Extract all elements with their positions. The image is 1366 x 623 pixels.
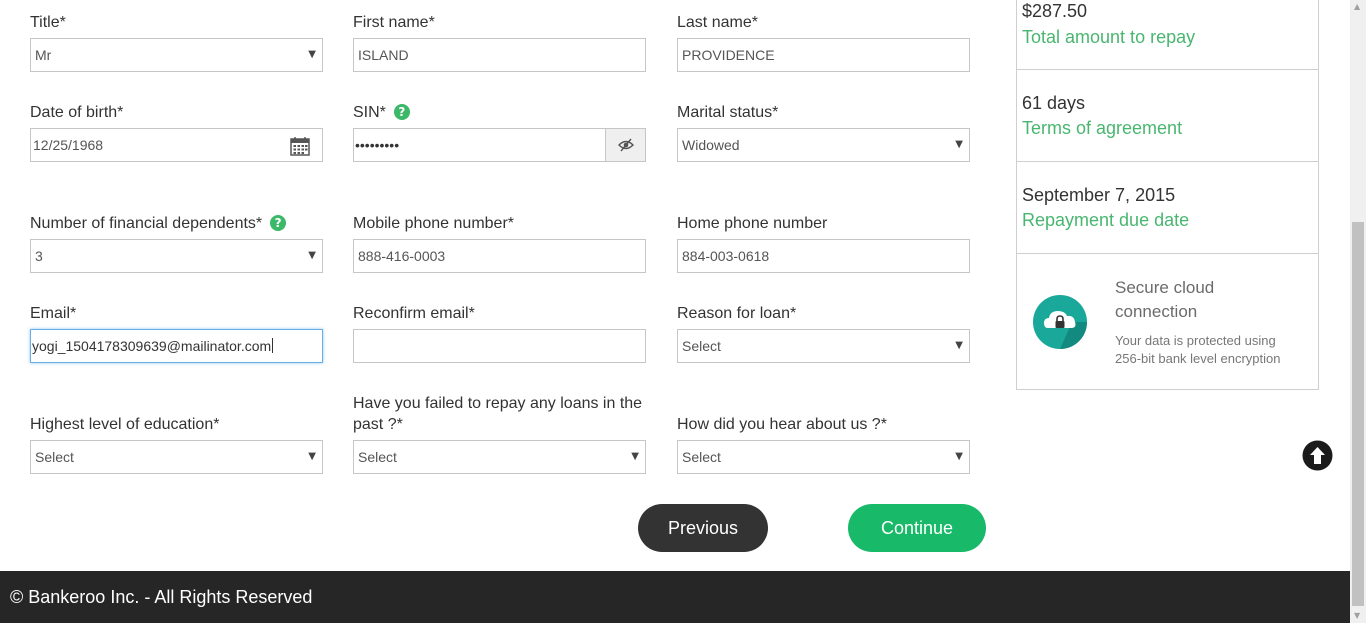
chevron-down-icon: ▼ — [955, 139, 963, 150]
sin-label-text: SIN* — [353, 104, 386, 121]
mobile-input[interactable]: 888-416-0003 — [353, 239, 646, 273]
last-name-input[interactable]: PROVIDENCE — [677, 38, 970, 72]
chevron-down-icon: ▼ — [308, 250, 316, 261]
education-value: Select — [35, 449, 74, 465]
last-name-value: PROVIDENCE — [682, 47, 775, 63]
total-repay-label: Total amount to repay — [1022, 27, 1196, 47]
help-icon[interactable]: ? — [393, 104, 410, 120]
last-name-label: Last name* — [677, 14, 758, 31]
mobile-value: 888-416-0003 — [358, 248, 446, 264]
dob-value: 12/25/1968 — [33, 137, 104, 153]
title-label: Title* — [30, 14, 66, 31]
secure-description: Your data is protected using 256-bit ban… — [1115, 333, 1281, 366]
marital-label: Marital status* — [677, 104, 779, 121]
text-cursor — [272, 338, 274, 353]
education-label: Highest level of education* — [30, 416, 220, 433]
dependents-label-text: Number of financial dependents* — [30, 215, 263, 232]
reconfirm-email-input[interactable] — [353, 329, 646, 363]
home-phone-input[interactable]: 884-003-0618 — [677, 239, 970, 273]
dob-input[interactable]: 12/25/1968 — [30, 128, 323, 162]
home-phone-label: Home phone number — [677, 215, 828, 232]
secure-cloud-icon — [1033, 295, 1087, 349]
continue-button[interactable]: Continue — [848, 504, 986, 552]
scrollbar-thumb[interactable] — [1352, 222, 1364, 606]
first-name-value: ISLAND — [358, 47, 409, 63]
chevron-down-icon: ▼ — [308, 49, 316, 60]
terms-box: 61 days Terms of agreement — [1016, 69, 1319, 162]
vertical-scrollbar[interactable]: ▲ ▼ — [1350, 0, 1366, 623]
sin-value: ••••••••• — [355, 137, 400, 153]
hear-about-label: How did you hear about us ?* — [677, 416, 887, 433]
secure-title: Secure cloud connection — [1115, 278, 1215, 321]
dependents-value: 3 — [35, 248, 43, 264]
back-to-top-icon[interactable] — [1302, 440, 1333, 471]
dependents-label: Number of financial dependents*? — [30, 213, 287, 234]
scroll-up-arrow-icon[interactable]: ▲ — [1354, 3, 1362, 11]
dependents-select[interactable]: 3 ▼ — [30, 239, 323, 273]
home-phone-value: 884-003-0618 — [682, 248, 770, 264]
first-name-label: First name* — [353, 14, 435, 31]
copyright-text: © Bankeroo Inc. - All Rights Reserved — [10, 587, 313, 607]
dob-label: Date of birth* — [30, 104, 124, 121]
title-select[interactable]: Mr ▼ — [30, 38, 323, 72]
chevron-down-icon: ▼ — [955, 451, 963, 462]
reason-value: Select — [682, 338, 721, 354]
terms-value: 61 days — [1022, 93, 1086, 113]
calendar-icon[interactable] — [290, 136, 310, 156]
failed-repay-select[interactable]: Select ▼ — [353, 440, 646, 474]
failed-repay-value: Select — [358, 449, 397, 465]
email-label: Email* — [30, 305, 77, 322]
chevron-down-icon: ▼ — [955, 340, 963, 351]
application-form-page: Title* Mr ▼ First name* ISLAND Last name… — [0, 0, 1350, 571]
total-repay-value: $287.50 — [1022, 1, 1088, 21]
mobile-label: Mobile phone number* — [353, 215, 514, 232]
reason-label: Reason for loan* — [677, 305, 797, 322]
failed-repay-label: Have you failed to repay any loans in th… — [353, 395, 643, 433]
footer: © Bankeroo Inc. - All Rights Reserved — [0, 571, 1350, 623]
hear-about-value: Select — [682, 449, 721, 465]
hear-about-select[interactable]: Select ▼ — [677, 440, 970, 474]
reconfirm-email-label: Reconfirm email* — [353, 305, 475, 322]
scroll-down-arrow-icon[interactable]: ▼ — [1354, 612, 1362, 620]
title-value: Mr — [35, 47, 52, 63]
toggle-visibility-button[interactable] — [605, 129, 645, 161]
chevron-down-icon: ▼ — [308, 451, 316, 462]
previous-button[interactable]: Previous — [638, 504, 768, 552]
due-date-label: Repayment due date — [1022, 210, 1190, 230]
chevron-down-icon: ▼ — [631, 451, 639, 462]
marital-select[interactable]: Widowed ▼ — [677, 128, 970, 162]
total-repay-box: $287.50 Total amount to repay — [1016, 0, 1319, 70]
education-select[interactable]: Select ▼ — [30, 440, 323, 474]
due-date-box: September 7, 2015 Repayment due date — [1016, 161, 1319, 254]
email-value: yogi_1504178309639@mailinator.com — [32, 338, 272, 354]
reason-select[interactable]: Select ▼ — [677, 329, 970, 363]
marital-value: Widowed — [682, 137, 740, 153]
sin-label: SIN*? — [353, 102, 410, 123]
secure-connection-box: Secure cloud connection Your data is pro… — [1016, 253, 1319, 390]
sin-input[interactable]: ••••••••• — [353, 128, 646, 162]
eye-slash-icon — [618, 138, 634, 152]
first-name-input[interactable]: ISLAND — [353, 38, 646, 72]
due-date-value: September 7, 2015 — [1022, 185, 1176, 205]
email-input[interactable]: yogi_1504178309639@mailinator.com — [30, 329, 323, 363]
help-icon[interactable]: ? — [270, 215, 287, 231]
terms-label: Terms of agreement — [1022, 118, 1183, 138]
